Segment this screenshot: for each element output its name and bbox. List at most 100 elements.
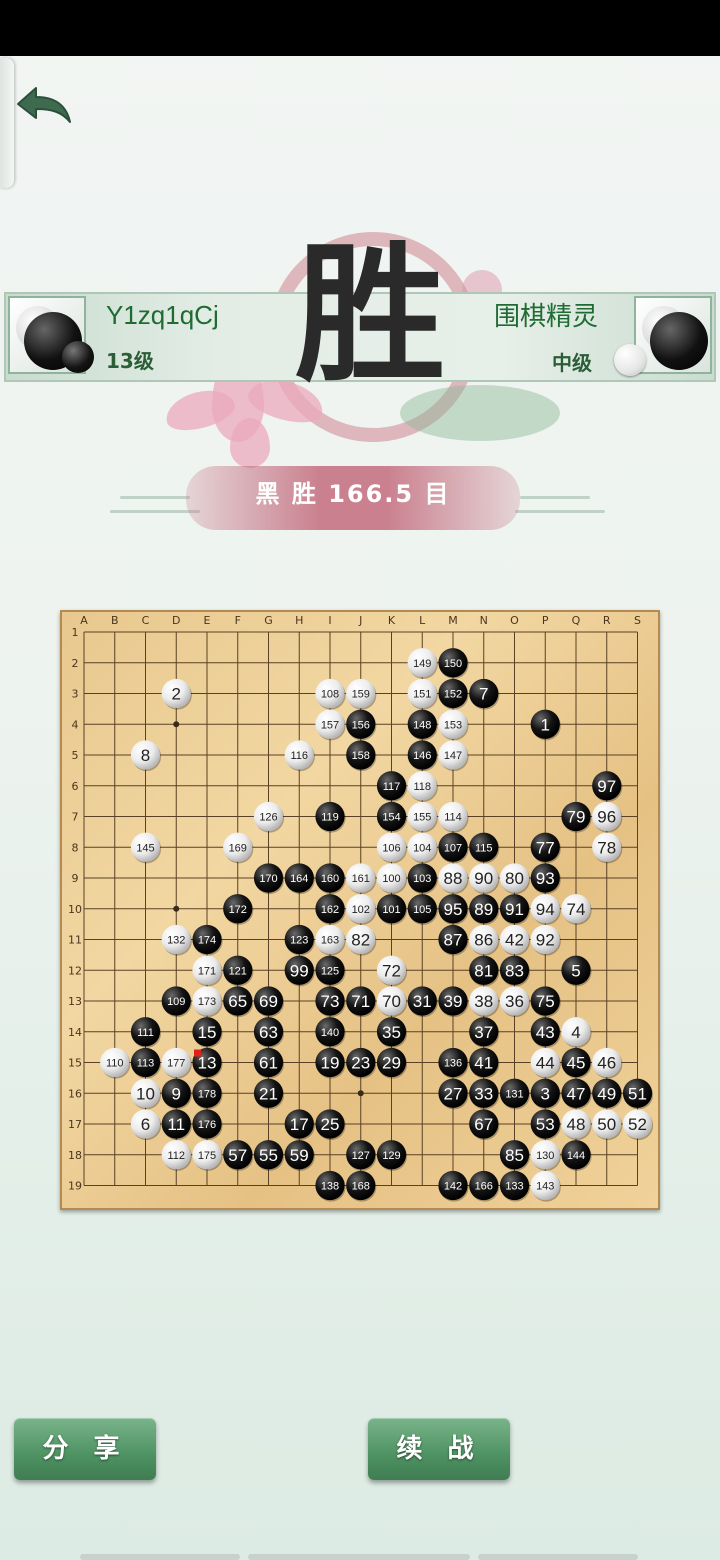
move-number: 96: [597, 808, 616, 827]
move-number: 160: [321, 873, 339, 885]
black-player-rank: 13级: [106, 349, 154, 373]
move-number: 118: [413, 781, 431, 793]
move-number: 72: [382, 961, 401, 980]
row-label: 11: [68, 934, 82, 947]
move-number: 169: [229, 842, 247, 854]
move-number: 157: [321, 719, 339, 731]
move-number: 6: [141, 1115, 150, 1134]
move-number: 178: [198, 1088, 216, 1100]
move-number: 102: [352, 904, 370, 916]
move-number: 132: [167, 935, 185, 947]
move-number: 53: [536, 1115, 555, 1134]
col-label: M: [448, 614, 458, 627]
move-number: 1: [541, 715, 550, 734]
col-label: Q: [572, 614, 581, 627]
col-label: E: [204, 614, 211, 627]
move-number: 104: [413, 842, 431, 854]
side-drawer-handle[interactable]: [0, 58, 14, 188]
move-number: 59: [290, 1146, 309, 1165]
star-point: [173, 905, 180, 912]
move-number: 101: [382, 904, 400, 916]
move-number: 36: [505, 992, 524, 1011]
row-label: 9: [72, 872, 79, 885]
move-number: 65: [228, 992, 247, 1011]
move-number: 45: [567, 1054, 586, 1073]
move-number: 23: [351, 1054, 370, 1073]
move-number: 142: [444, 1181, 462, 1193]
win-headline: 胜: [294, 227, 445, 403]
move-number: 114: [444, 812, 462, 824]
share-button[interactable]: 分 享: [14, 1418, 156, 1480]
col-label: I: [328, 614, 331, 627]
move-number: 121: [229, 965, 247, 977]
move-number: 159: [352, 689, 370, 701]
move-number: 77: [536, 838, 555, 857]
move-number: 130: [536, 1150, 554, 1162]
black-stone-indicator: [62, 341, 94, 373]
move-number: 61: [259, 1054, 278, 1073]
move-number: 155: [413, 812, 431, 824]
row-label: 10: [68, 903, 82, 916]
move-number: 93: [536, 869, 555, 888]
move-number: 47: [567, 1084, 586, 1103]
row-label: 6: [72, 780, 79, 793]
move-number: 78: [597, 838, 616, 857]
move-number: 5: [571, 961, 580, 980]
move-number: 49: [597, 1084, 616, 1103]
move-number: 19: [321, 1054, 340, 1073]
move-number: 162: [321, 904, 339, 916]
move-number: 41: [474, 1054, 493, 1073]
move-number: 107: [444, 842, 462, 854]
move-number: 89: [474, 900, 493, 919]
move-number: 67: [474, 1115, 493, 1134]
star-point: [173, 721, 180, 728]
move-number: 105: [413, 904, 431, 916]
move-number: 27: [444, 1084, 463, 1103]
col-label: C: [142, 614, 150, 627]
move-number: 11: [167, 1115, 185, 1134]
cloud-swirl-decoration: [110, 510, 200, 513]
move-number: 172: [229, 904, 247, 916]
move-number: 85: [505, 1146, 524, 1165]
move-number: 43: [536, 1023, 555, 1042]
move-number: 80: [505, 869, 524, 888]
move-number: 175: [198, 1150, 216, 1162]
move-number: 125: [321, 965, 339, 977]
move-number: 112: [167, 1150, 185, 1162]
move-number: 92: [536, 931, 555, 950]
col-label: N: [480, 614, 488, 627]
continue-button[interactable]: 续 战: [368, 1418, 510, 1480]
col-label: O: [510, 614, 519, 627]
row-label: 7: [72, 811, 79, 824]
move-number: 164: [290, 873, 308, 885]
star-point: [357, 1090, 364, 1097]
move-number: 29: [382, 1054, 401, 1073]
move-number: 74: [567, 900, 586, 919]
back-button[interactable]: [14, 82, 74, 130]
move-number: 109: [167, 996, 185, 1008]
move-number: 147: [444, 750, 462, 762]
move-number: 90: [474, 869, 493, 888]
row-label: 14: [68, 1026, 82, 1039]
move-number: 91: [505, 900, 524, 919]
row-label: 5: [72, 749, 79, 762]
move-number: 73: [321, 992, 340, 1011]
move-number: 2: [172, 685, 181, 704]
move-number: 140: [321, 1027, 339, 1039]
nav-indicator: [80, 1554, 240, 1560]
row-label: 3: [72, 688, 79, 701]
col-label: S: [634, 614, 641, 627]
move-number: 148: [413, 719, 431, 731]
move-number: 71: [351, 992, 370, 1011]
go-board[interactable]: A B C D E F G H I J K L M N O P Q R S 1 2 3 4 5 6 7 8 9 10 11 12 13 14 15…: [60, 610, 660, 1210]
move-number: 144: [567, 1150, 585, 1162]
move-number: 95: [444, 900, 463, 919]
move-number: 99: [290, 961, 309, 980]
white-stone-indicator: [614, 344, 646, 376]
move-number: 88: [444, 869, 463, 888]
move-number: 48: [567, 1115, 586, 1134]
status-bar: [0, 0, 720, 56]
move-number: 143: [536, 1181, 554, 1193]
move-number: 108: [321, 689, 339, 701]
move-number: 55: [259, 1146, 278, 1165]
